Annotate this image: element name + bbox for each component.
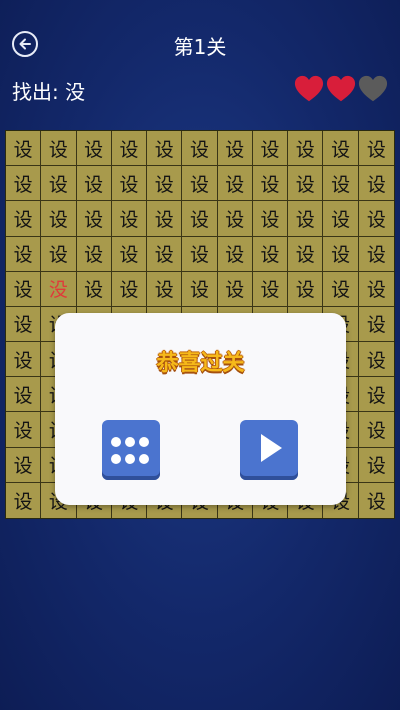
grid-cell[interactable]: 设 <box>6 166 42 202</box>
grid-cell[interactable]: 设 <box>41 131 77 167</box>
dialog-title: 恭喜过关 <box>156 351 245 376</box>
grid-cell[interactable]: 设 <box>252 131 289 167</box>
target-cell[interactable]: 没 <box>41 271 77 307</box>
grid-cell[interactable]: 设 <box>288 166 324 202</box>
grid-cell[interactable]: 设 <box>147 236 183 272</box>
grid-cell[interactable]: 设 <box>76 236 112 272</box>
grid-cell[interactable]: 设 <box>41 236 77 272</box>
grid-cell[interactable]: 设 <box>323 271 359 307</box>
grid-cell[interactable]: 设 <box>147 201 183 237</box>
grid-cell[interactable]: 设 <box>41 201 77 237</box>
grid-cell[interactable]: 设 <box>147 271 183 307</box>
grid-cell[interactable]: 设 <box>358 307 394 343</box>
grid-cell[interactable]: 设 <box>358 377 394 413</box>
grid-cell[interactable]: 设 <box>182 201 218 237</box>
grid-cell[interactable]: 设 <box>6 236 42 272</box>
grid-cell[interactable]: 设 <box>6 482 42 518</box>
grid-cell[interactable]: 设 <box>182 131 218 167</box>
grid-cell[interactable]: 设 <box>252 201 289 237</box>
grid-cell[interactable]: 设 <box>6 377 42 413</box>
grid-cell[interactable]: 设 <box>358 272 394 307</box>
grid-cell[interactable]: 设 <box>6 447 42 483</box>
grid-cell[interactable]: 设 <box>147 131 183 167</box>
grid-cell[interactable]: 设 <box>288 201 324 237</box>
grid-cell[interactable]: 设 <box>288 131 324 167</box>
heart-full-icon <box>326 75 356 102</box>
grid-cell[interactable]: 设 <box>6 271 42 307</box>
grid-cell[interactable]: 设 <box>111 131 148 167</box>
grid-cell[interactable]: 设 <box>359 483 394 518</box>
grid-dot <box>111 437 121 447</box>
grid-cell[interactable]: 设 <box>6 306 42 343</box>
grid-cell[interactable]: 设 <box>217 236 253 272</box>
heart-full-icon <box>294 75 324 102</box>
grid-cell[interactable]: 设 <box>111 201 148 237</box>
grid-cell[interactable]: 设 <box>6 412 42 448</box>
grid-cell[interactable]: 设 <box>252 166 289 202</box>
grid-cell[interactable]: 设 <box>358 131 394 167</box>
lives-hearts <box>294 74 388 104</box>
grid-cell[interactable]: 设 <box>6 201 42 237</box>
grid-cell[interactable]: 设 <box>288 271 324 307</box>
grid-cell[interactable]: 设 <box>111 166 148 202</box>
grid-cell[interactable]: 设 <box>358 201 394 237</box>
grid-cell[interactable]: 设 <box>358 166 394 202</box>
grid-cell[interactable]: 设 <box>182 271 218 307</box>
grid-cell[interactable]: 设 <box>182 166 218 202</box>
level-menu-button[interactable] <box>102 420 160 480</box>
grid-cell[interactable]: 设 <box>288 236 324 272</box>
next-level-button[interactable] <box>240 420 298 480</box>
grid-dot <box>125 437 135 447</box>
grid-cell[interactable]: 设 <box>358 237 394 272</box>
grid-cell[interactable]: 设 <box>217 271 253 307</box>
grid-cell[interactable]: 设 <box>358 412 394 448</box>
grid-cell[interactable]: 设 <box>76 131 112 167</box>
grid-cell[interactable]: 设 <box>323 131 359 167</box>
grid-cell[interactable]: 设 <box>323 236 359 272</box>
grid-cell[interactable]: 设 <box>111 271 148 307</box>
grid-dot <box>111 454 121 464</box>
grid-cell[interactable]: 设 <box>217 131 253 167</box>
grid-cell[interactable]: 设 <box>182 236 218 272</box>
grid-cell[interactable]: 设 <box>323 166 359 202</box>
grid-cell[interactable]: 设 <box>76 201 112 237</box>
grid-cell[interactable]: 设 <box>41 166 77 202</box>
find-target-label: 找出: 没 <box>12 80 86 104</box>
grid-cell[interactable]: 设 <box>358 448 394 483</box>
grid-dot <box>139 454 149 464</box>
grid-cell[interactable]: 设 <box>76 166 112 202</box>
heart-empty-icon <box>358 75 388 102</box>
grid-cell[interactable]: 设 <box>217 201 253 237</box>
grid-cell[interactable]: 设 <box>76 271 112 307</box>
play-icon <box>261 434 282 462</box>
grid-cell[interactable]: 设 <box>6 131 42 167</box>
grid-cell[interactable]: 设 <box>323 201 359 237</box>
page-title: 第1关 <box>173 35 227 59</box>
level-complete-dialog: 恭喜过关 <box>55 313 346 505</box>
grid-cell[interactable]: 设 <box>358 342 394 378</box>
grid-dot <box>125 454 135 464</box>
grid-dot <box>139 437 149 447</box>
grid-cell[interactable]: 设 <box>111 236 148 272</box>
grid-cell[interactable]: 设 <box>147 166 183 202</box>
grid-cell[interactable]: 设 <box>252 271 289 307</box>
grid-cell[interactable]: 设 <box>217 166 253 202</box>
grid-cell[interactable]: 设 <box>252 236 289 272</box>
grid-cell[interactable]: 设 <box>6 342 42 378</box>
